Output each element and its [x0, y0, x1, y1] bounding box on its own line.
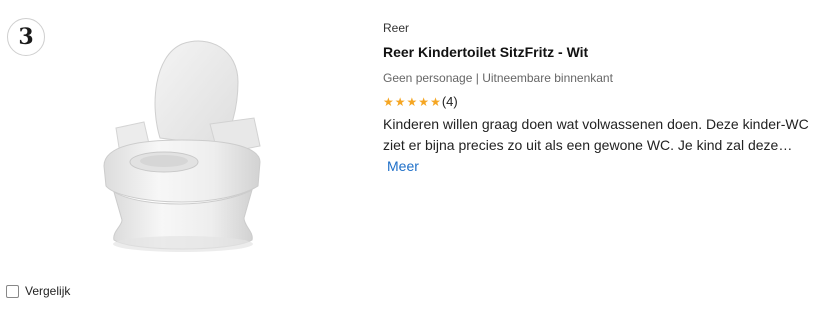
product-brand[interactable]: Reer — [383, 20, 813, 36]
star-rating: ★ ★ ★ ★ ★ — [383, 96, 441, 108]
compare-control[interactable]: Vergelijk — [6, 284, 70, 298]
star-icon: ★ — [394, 95, 406, 109]
product-title[interactable]: Reer Kindertoilet SitzFritz - Wit — [383, 43, 813, 61]
product-image[interactable] — [92, 36, 278, 258]
star-icon: ★ — [430, 95, 441, 109]
product-rating[interactable]: ★ ★ ★ ★ ★ (4) — [383, 94, 813, 110]
compare-checkbox[interactable] — [6, 284, 19, 298]
product-features: Geen personage | Uitneembare binnenkant — [383, 71, 613, 85]
star-icon: ★ — [406, 95, 418, 109]
rank-badge: 3 — [7, 18, 45, 56]
compare-label: Vergelijk — [25, 284, 71, 298]
product-info: Reer Reer Kindertoilet SitzFritz - Wit G… — [383, 20, 813, 177]
product-description: Kinderen willen graag doen wat volwassen… — [383, 114, 813, 177]
product-card: 3 Reer Reer Kindertoilet SitzFritz - Wit… — [0, 0, 822, 321]
review-count[interactable]: (4) — [442, 94, 458, 110]
description-text: Kinderen willen graag doen wat volwassen… — [383, 116, 809, 153]
more-link[interactable]: Meer — [387, 158, 419, 174]
star-icon: ★ — [418, 95, 430, 109]
star-icon: ★ — [383, 95, 394, 109]
